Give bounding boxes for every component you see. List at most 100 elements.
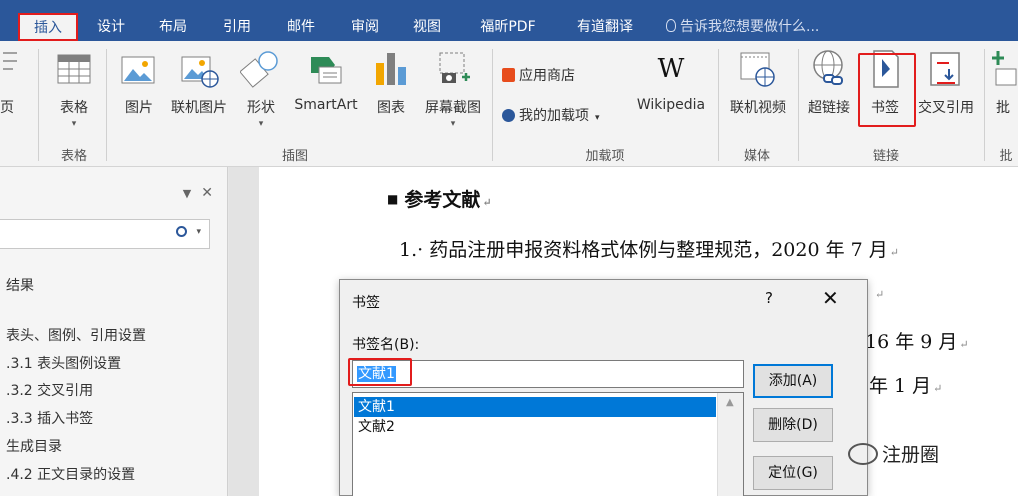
- wikipedia-button[interactable]: W Wikipedia: [630, 47, 712, 137]
- goto-button[interactable]: 定位(G): [753, 456, 833, 490]
- smartart-button[interactable]: SmartArt: [288, 47, 364, 137]
- bullet-icon: ■: [387, 192, 399, 206]
- scroll-up-icon[interactable]: ▲: [726, 397, 734, 408]
- online-picture-icon: [178, 47, 220, 91]
- bar-chart-icon: [370, 47, 412, 91]
- reference-text: 16 年 9 月: [865, 331, 958, 353]
- hyperlink-label: 超链接: [808, 100, 850, 116]
- my-addins-button[interactable]: 我的加载项 ▾: [502, 105, 600, 125]
- chart-label: 图表: [377, 100, 405, 116]
- nav-heading-item[interactable]: .4.2 正文目录的设置: [6, 464, 135, 484]
- shapes-label: 形状: [247, 100, 275, 116]
- chart-button[interactable]: 图表: [370, 47, 412, 137]
- separator: [492, 49, 493, 161]
- screenshot-label: 屏幕截图: [425, 100, 481, 116]
- shapes-icon: [239, 47, 282, 91]
- watermark: 注册圈: [848, 440, 939, 467]
- separator: [798, 49, 799, 161]
- group-label-illustrations: 插图: [281, 149, 308, 164]
- nav-heading-item[interactable]: .3.2 交叉引用: [6, 380, 93, 400]
- tab-foxit-pdf[interactable]: 福昕PDF: [468, 14, 548, 41]
- separator: [984, 49, 985, 161]
- nav-heading-item[interactable]: 生成目录: [6, 436, 62, 456]
- paragraph-mark: ↵: [482, 196, 492, 209]
- reference-line-3-tail: 16 年 9 月 ↵: [865, 327, 969, 354]
- group-label-links: 链接: [872, 149, 899, 164]
- tab-youdao[interactable]: 有道翻译: [562, 14, 648, 41]
- tell-me-search[interactable]: 告诉我您想要做什么...: [666, 14, 819, 41]
- list-item[interactable]: 文献2: [354, 417, 716, 437]
- separator: [718, 49, 719, 161]
- help-icon[interactable]: ?: [765, 289, 773, 307]
- chevron-down-icon: ▾: [450, 119, 456, 129]
- nav-results-label[interactable]: 结果: [6, 275, 34, 295]
- annotation-button-partial[interactable]: 批: [992, 47, 1018, 137]
- name-highlight-box: [348, 358, 412, 386]
- close-icon[interactable]: ✕: [822, 286, 839, 310]
- tab-review[interactable]: 审阅: [340, 14, 390, 41]
- separator: [38, 49, 39, 161]
- nav-heading-item[interactable]: 表头、图例、引用设置: [6, 325, 146, 345]
- paragraph-mark: ↵: [933, 382, 943, 395]
- online-video-button[interactable]: 联机视频: [722, 47, 794, 137]
- reference-line-4-tail: 年 1 月 ↵: [869, 371, 942, 398]
- picture-icon: [118, 47, 160, 91]
- nav-pane-controls: ▼ ✕: [183, 185, 213, 201]
- group-label-addins: 加载项: [585, 149, 625, 164]
- picture-button[interactable]: 图片: [116, 47, 162, 137]
- tell-me-text: 告诉我您想要做什么...: [680, 19, 820, 35]
- nav-heading-item[interactable]: .3.1 表头图例设置: [6, 353, 121, 373]
- screenshot-button[interactable]: 屏幕截图 ▾: [418, 47, 488, 137]
- scrollbar[interactable]: ▲: [717, 393, 743, 496]
- table-icon: [53, 47, 95, 91]
- cross-reference-icon: [925, 47, 967, 91]
- table-label: 表格: [60, 100, 88, 116]
- my-addins-label: 我的加载项: [519, 108, 589, 124]
- search-icon[interactable]: [176, 226, 187, 237]
- online-video-label: 联机视频: [730, 100, 786, 116]
- bookmark-highlight-box: [858, 53, 916, 127]
- online-video-icon: [737, 47, 779, 91]
- online-picture-button[interactable]: 联机图片: [166, 47, 232, 137]
- group-label-comments: 批: [999, 149, 1013, 164]
- group-label-tables: 表格: [60, 149, 87, 164]
- bookmark-dialog: 书签 ? ✕ 书签名(B): 文献1 文献1 文献2 ▲ 添加(A) 删除(D)…: [339, 279, 868, 496]
- tab-mailings[interactable]: 邮件: [276, 14, 326, 41]
- online-picture-label: 联机图片: [171, 100, 227, 116]
- close-icon[interactable]: ✕: [201, 185, 213, 201]
- annotation-label: 批: [996, 100, 1010, 116]
- tab-insert[interactable]: 插入: [18, 13, 78, 41]
- bookmark-list[interactable]: 文献1 文献2 ▲: [352, 392, 744, 496]
- ribbon-tab-bar: 插入 设计 布局 引用 邮件 审阅 视图 福昕PDF 有道翻译 告诉我您想要做什…: [0, 0, 1018, 41]
- table-button[interactable]: 表格 ▾: [52, 47, 96, 137]
- group-label-media: 媒体: [743, 149, 770, 164]
- smartart-icon: [305, 47, 347, 91]
- navigation-pane: ▼ ✕ ▾ 结果 表头、图例、引用设置 .3.1 表头图例设置 .3.2 交叉引用…: [0, 167, 228, 496]
- reference-text: 年 1 月: [869, 375, 932, 397]
- chevron-down-icon[interactable]: ▾: [196, 227, 201, 237]
- tab-references[interactable]: 引用: [212, 14, 262, 41]
- separator: [106, 49, 107, 161]
- cross-reference-button[interactable]: 交叉引用: [912, 47, 980, 137]
- page-button-partial[interactable]: 页: [0, 47, 26, 137]
- delete-button[interactable]: 删除(D): [753, 408, 833, 442]
- references-heading: ■ 参考文献 ↵: [387, 185, 492, 212]
- list-item[interactable]: 文献1: [354, 397, 716, 417]
- store-icon: [502, 68, 515, 82]
- paragraph-mark: ↵: [875, 288, 885, 301]
- tab-layout[interactable]: 布局: [148, 14, 198, 41]
- screenshot-icon: [432, 47, 474, 91]
- app-store-button[interactable]: 应用商店: [502, 65, 575, 85]
- add-button[interactable]: 添加(A): [753, 364, 833, 398]
- nav-search-input[interactable]: ▾: [0, 219, 210, 249]
- cross-reference-label: 交叉引用: [918, 100, 974, 116]
- chevron-down-icon[interactable]: ▼: [183, 187, 191, 200]
- wikipedia-icon: W: [657, 54, 685, 84]
- hyperlink-button[interactable]: 超链接: [802, 47, 856, 137]
- shapes-button[interactable]: 形状 ▾: [238, 47, 284, 137]
- tab-design[interactable]: 设计: [86, 14, 136, 41]
- bookmark-name-label: 书签名(B):: [352, 337, 420, 353]
- tab-view[interactable]: 视图: [402, 14, 452, 41]
- nav-heading-item[interactable]: .3.3 插入书签: [6, 408, 93, 428]
- paragraph-mark-line-2: ↵: [873, 281, 884, 303]
